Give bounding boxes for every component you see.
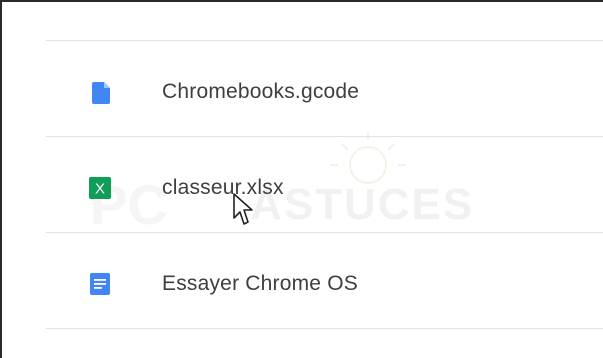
file-name: Essayer Chrome OS xyxy=(162,272,358,295)
file-name: Chromebooks.gcode xyxy=(162,80,360,103)
file-icon xyxy=(92,82,110,104)
row-divider xyxy=(46,40,603,41)
row-divider xyxy=(46,232,603,233)
file-name: classeur.xlsx xyxy=(162,176,284,199)
row-divider xyxy=(46,136,603,137)
file-row-classeur-xlsx[interactable] xyxy=(46,138,603,232)
google-doc-icon xyxy=(90,273,110,295)
excel-glyph: X xyxy=(95,181,105,198)
excel-x-icon: X xyxy=(89,177,111,199)
row-divider xyxy=(46,328,603,329)
